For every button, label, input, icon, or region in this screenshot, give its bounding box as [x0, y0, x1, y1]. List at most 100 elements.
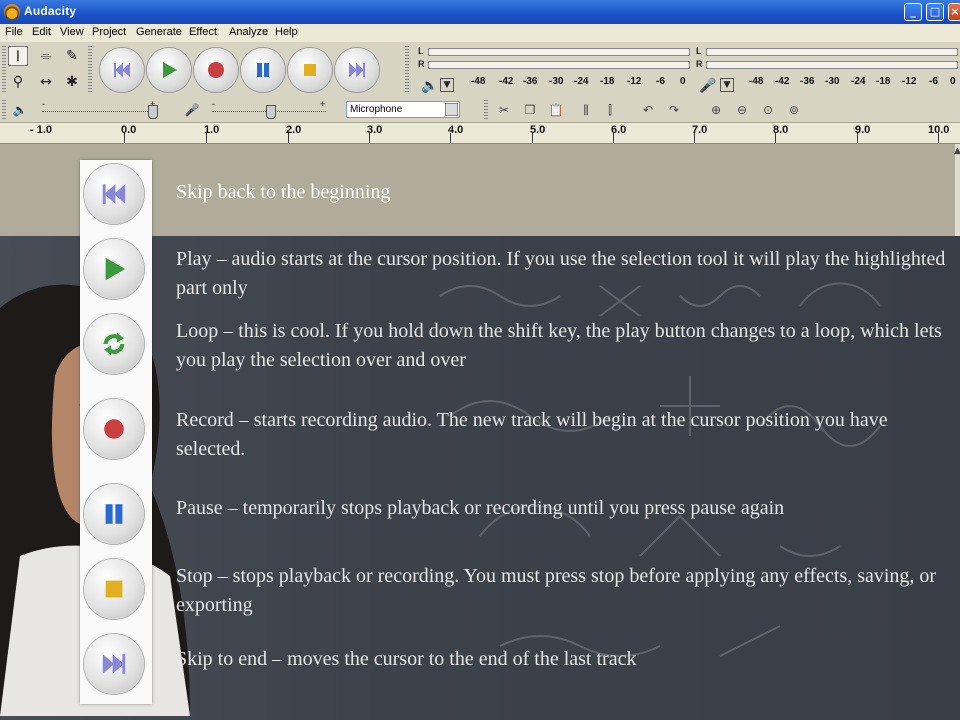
- skip-start-button[interactable]: [84, 164, 144, 224]
- skip-end-button[interactable]: [335, 48, 379, 92]
- playback-meter-left: [428, 48, 690, 56]
- skip-start-button[interactable]: [100, 48, 144, 92]
- input-volume-thumb[interactable]: [266, 105, 276, 119]
- playback-meter-right: [428, 61, 690, 69]
- trim-icon[interactable]: ⫼: [576, 101, 596, 119]
- meter-right-label: R: [696, 59, 703, 69]
- toolbar-grip[interactable]: [484, 100, 488, 120]
- skip-start-icon: [114, 63, 130, 77]
- selection-tool-icon[interactable]: I: [8, 46, 28, 66]
- zoom-tool-icon[interactable]: ⚲: [8, 72, 28, 92]
- output-volume-slider[interactable]: [42, 111, 158, 113]
- output-slider-min-label: -: [42, 99, 45, 109]
- menu-view[interactable]: View: [60, 26, 84, 38]
- ruler-tick: [450, 133, 451, 143]
- draw-tool-icon[interactable]: ✎: [62, 46, 82, 66]
- minimize-button[interactable]: _: [904, 3, 922, 21]
- menu-help[interactable]: Help: [275, 26, 298, 38]
- input-source-select[interactable]: Microphone: [346, 101, 460, 118]
- transport-buttons-panel: [80, 160, 152, 704]
- record-icon: [208, 62, 224, 78]
- skip-end-icon: [349, 63, 365, 77]
- maximize-button[interactable]: □: [926, 3, 944, 21]
- play-button[interactable]: [84, 239, 144, 299]
- pause-button[interactable]: [84, 484, 144, 544]
- stop-icon: [304, 64, 316, 76]
- record-button[interactable]: [194, 48, 238, 92]
- skip-end-icon: [102, 654, 126, 674]
- skip-start-icon: [102, 184, 126, 204]
- menu-effect[interactable]: Effect: [189, 26, 217, 38]
- redo-icon[interactable]: ↷: [664, 101, 684, 119]
- ruler-tick: [206, 133, 207, 143]
- fit-selection-icon[interactable]: ⊙: [758, 101, 778, 119]
- skip-end-description: Skip to end – moves the cursor to the en…: [176, 648, 637, 670]
- copy-icon[interactable]: ❐: [520, 101, 540, 119]
- ruler-tick: [775, 133, 776, 143]
- pause-description: Pause – temporarily stops playback or re…: [176, 497, 785, 519]
- play-icon: [105, 257, 126, 281]
- play-icon: [163, 62, 177, 78]
- play-description: Play – audio starts at the cursor positi…: [176, 248, 946, 299]
- pause-icon: [257, 63, 269, 77]
- stop-icon: [105, 580, 123, 598]
- menu-analyze[interactable]: Analyze: [229, 26, 268, 38]
- timeline-ruler[interactable]: - 1.0 0.0 1.0 2.0 3.0 4.0 5.0 6.0 7.0 8.…: [0, 123, 960, 144]
- ruler-tick: [613, 133, 614, 143]
- silence-icon[interactable]: ⫿: [600, 101, 620, 119]
- paste-icon[interactable]: 📋: [546, 101, 566, 119]
- cut-icon[interactable]: ✂: [494, 101, 514, 119]
- multi-tool-icon[interactable]: ✱: [62, 72, 82, 92]
- play-button[interactable]: [147, 48, 191, 92]
- skip-start-description: Skip back to the beginning: [176, 181, 391, 203]
- ruler-tick: [288, 133, 289, 143]
- microphone-icon[interactable]: 🎤: [698, 76, 718, 96]
- menu-generate[interactable]: Generate: [136, 26, 182, 38]
- zoom-in-icon[interactable]: ⊕: [706, 101, 726, 119]
- menu-edit[interactable]: Edit: [32, 26, 51, 38]
- record-button[interactable]: [84, 399, 144, 459]
- playback-meter-dropdown-icon[interactable]: ▼: [440, 78, 454, 92]
- stop-button[interactable]: [84, 559, 144, 619]
- toolbar-grip[interactable]: [88, 46, 92, 94]
- record-meter-right: [706, 61, 958, 69]
- close-button[interactable]: ×: [948, 3, 960, 21]
- meter-right-label: R: [418, 59, 425, 69]
- loop-button[interactable]: [84, 314, 144, 374]
- record-meter-dropdown-icon[interactable]: ▼: [720, 78, 734, 92]
- zoom-out-icon[interactable]: ⊖: [732, 101, 752, 119]
- toolbar-grip[interactable]: [2, 100, 6, 120]
- chevron-down-icon: [445, 103, 458, 116]
- ruler-tick: [857, 133, 858, 143]
- loop-icon: [103, 332, 125, 356]
- speaker-icon[interactable]: 🔈: [420, 76, 440, 96]
- scroll-up-arrow-icon[interactable]: ▲: [954, 146, 960, 156]
- ruler-label: - 1.0: [30, 124, 53, 136]
- fit-project-icon[interactable]: ⊚: [784, 101, 804, 119]
- skip-end-button[interactable]: [84, 634, 144, 694]
- title-bar: Audacity _ □ ×: [0, 0, 960, 24]
- envelope-tool-icon[interactable]: ⌯: [36, 46, 56, 66]
- pause-icon: [105, 504, 123, 524]
- loop-description: Loop – this is cool. If you hold down th…: [176, 320, 942, 371]
- menu-project[interactable]: Project: [92, 26, 126, 38]
- ruler-tick: [369, 133, 370, 143]
- pause-button[interactable]: [241, 48, 285, 92]
- ruler-tick: [694, 133, 695, 143]
- audacity-logo-icon: [4, 4, 20, 20]
- vertical-scrollbar[interactable]: [955, 144, 960, 236]
- toolbar-grip[interactable]: [2, 46, 6, 94]
- stop-button[interactable]: [288, 48, 332, 92]
- output-volume-thumb[interactable]: [148, 105, 158, 119]
- record-meter-left: [706, 48, 958, 56]
- menu-file[interactable]: File: [5, 26, 23, 38]
- input-source-value: Microphone: [350, 104, 403, 115]
- ruler-tick: [124, 133, 125, 143]
- input-volume-icon: 🎤: [184, 103, 200, 117]
- menu-bar: File Edit View Project Generate Effect A…: [0, 24, 960, 42]
- ruler-tick: [938, 133, 939, 143]
- record-description: Record – starts recording audio. The new…: [176, 409, 888, 460]
- toolbar-grip[interactable]: [405, 46, 409, 94]
- undo-icon[interactable]: ↶: [638, 101, 658, 119]
- timeshift-tool-icon[interactable]: ↔: [36, 72, 56, 92]
